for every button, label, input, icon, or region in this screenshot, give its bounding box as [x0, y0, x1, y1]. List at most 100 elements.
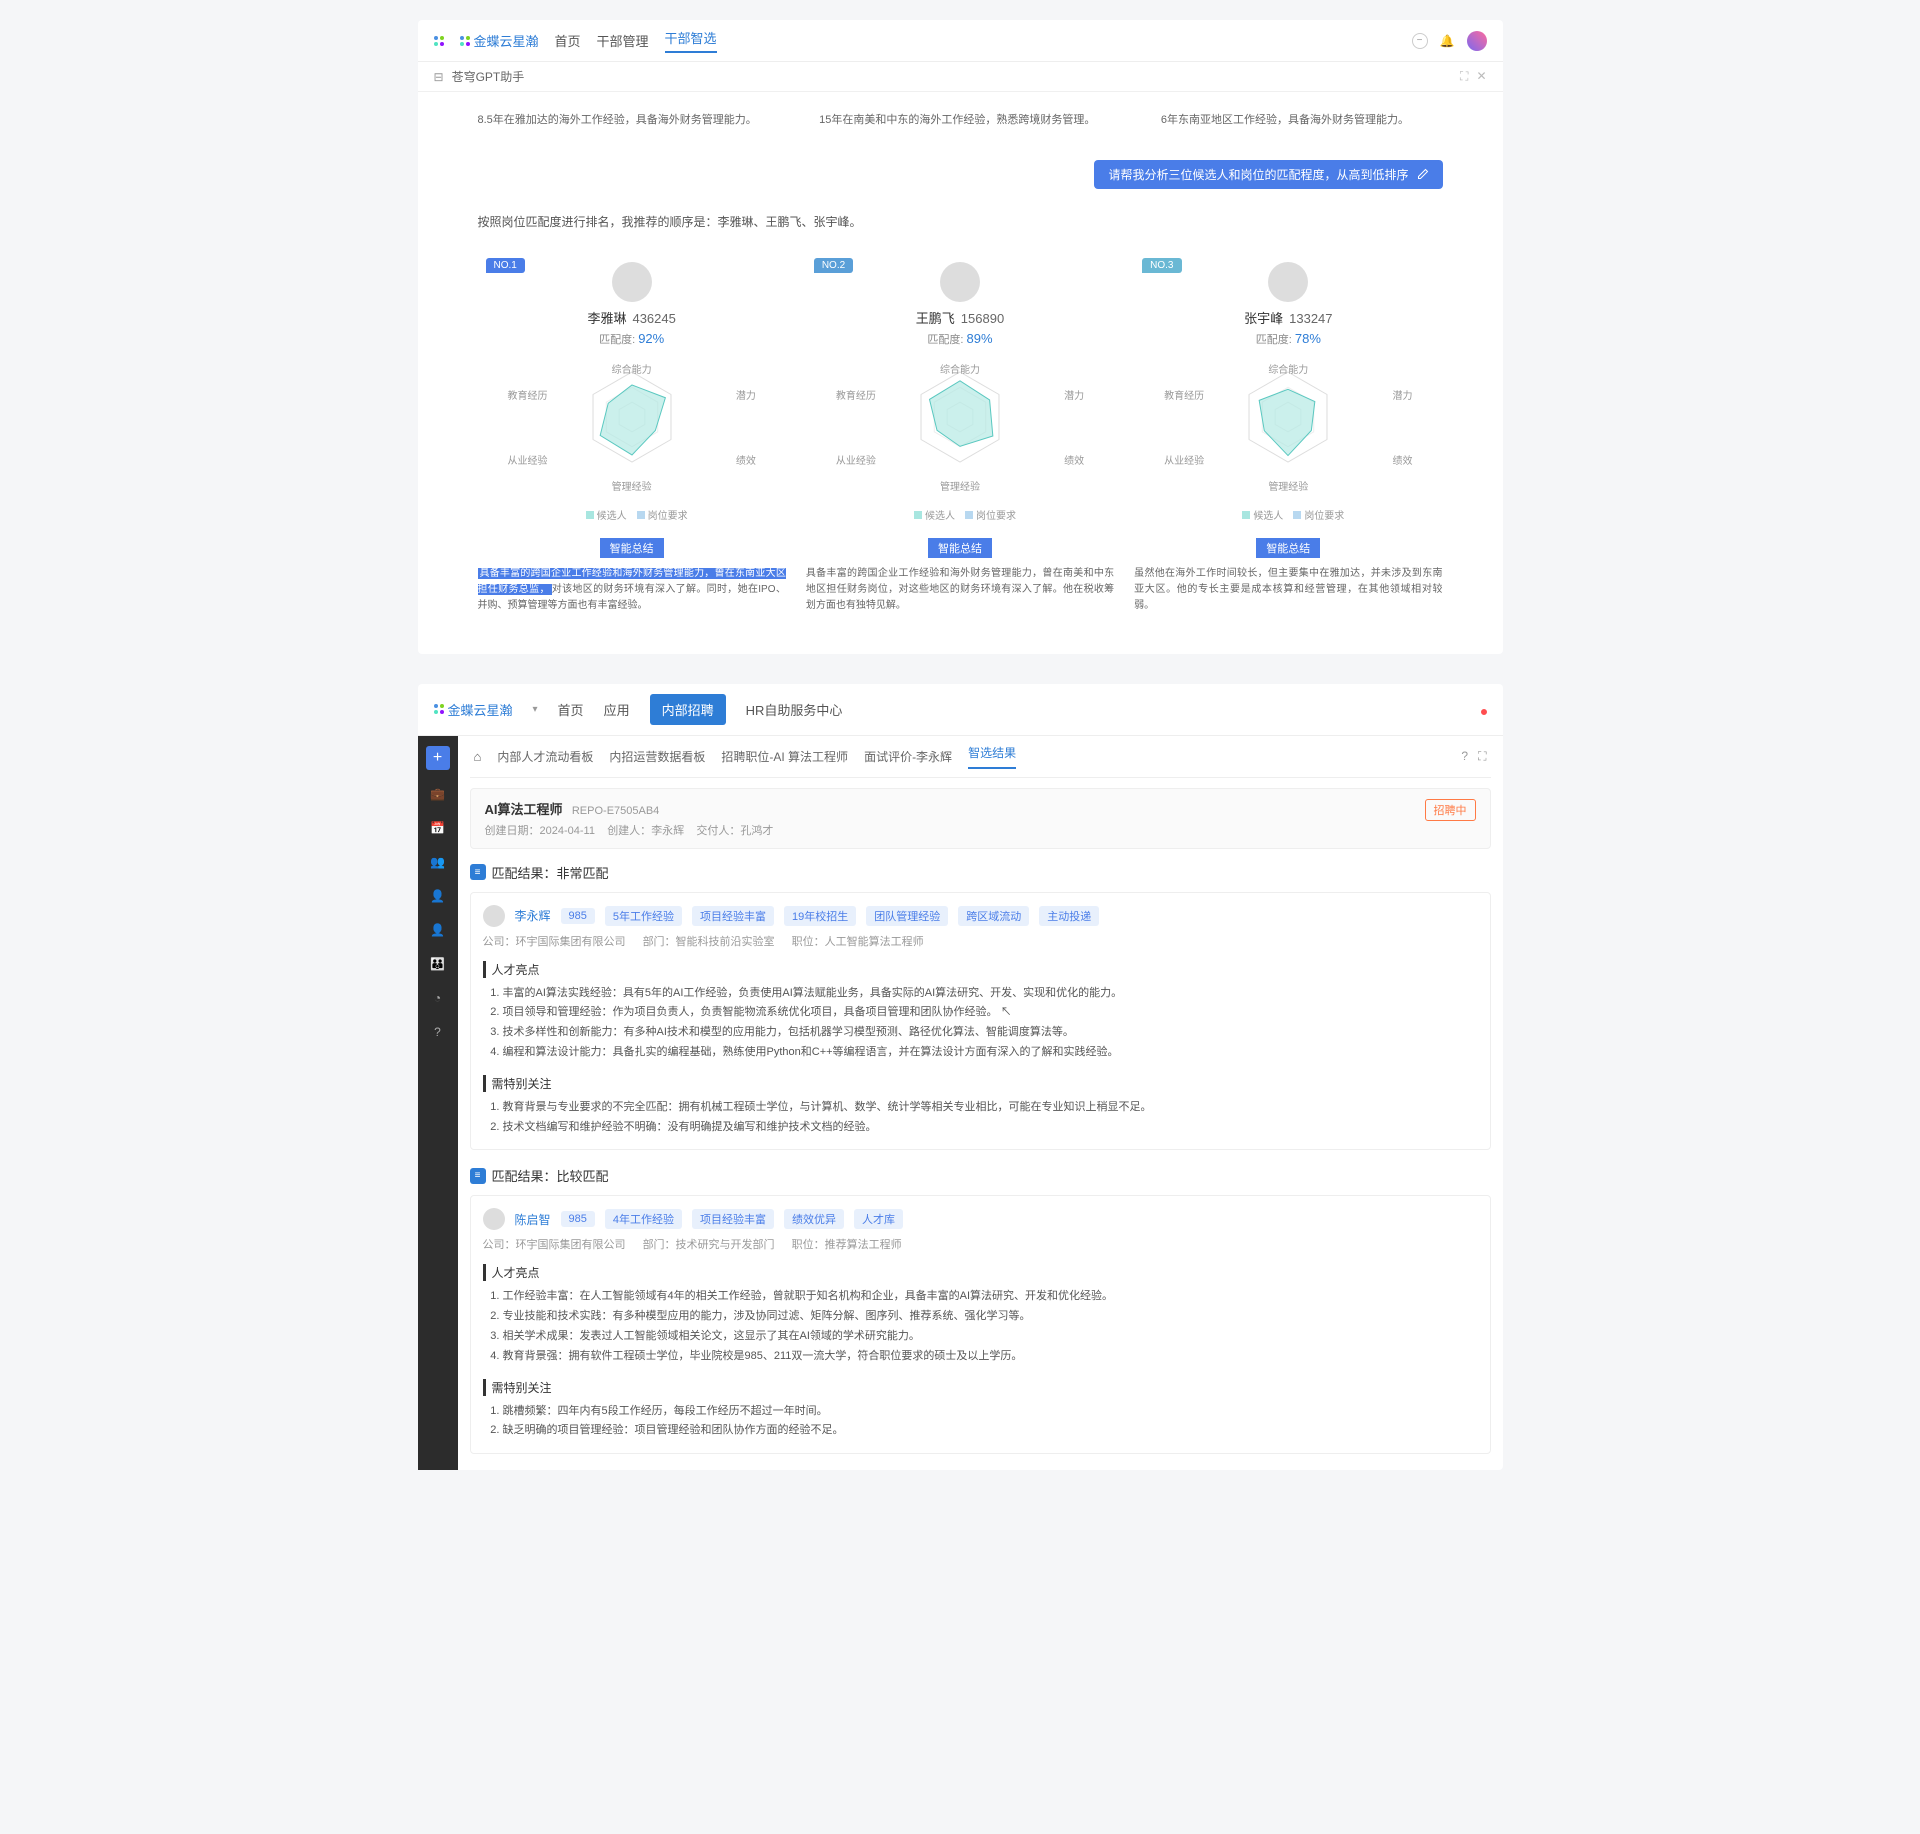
summary-tag: 智能总结 — [600, 538, 664, 558]
list-item: 相关学术成果：发表过人工智能领域相关论文，这显示了其在AI领域的学术研究能力。 — [503, 1327, 1478, 1347]
nav-cadre-select[interactable]: 干部智选 — [665, 28, 717, 53]
job-header: AI算法工程师 REPO-E7505AB4 创建日期：2024-04-11 创建… — [470, 788, 1491, 849]
nav2-internal-hire[interactable]: 内部招聘 — [650, 694, 726, 725]
expand-icon[interactable]: ⛶ — [1460, 69, 1468, 84]
person-tag: 985 — [561, 908, 595, 924]
person-tag: 绩效优异 — [784, 1209, 844, 1229]
subheader: ⊟ 苍穹GPT助手 ⛶ ✕ — [418, 62, 1503, 92]
person-tag: 19年校招生 — [784, 906, 856, 926]
home-icon[interactable]: ⌂ — [474, 749, 482, 764]
sidebar-person2-icon[interactable]: 👤 — [428, 920, 448, 940]
user-avatar[interactable] — [1467, 31, 1487, 51]
chevron-down-icon[interactable]: ▾ — [533, 704, 538, 715]
list-item: 丰富的AI算法实践经验：具有5年的AI工作经验，负责使用AI算法赋能业务，具备实… — [503, 984, 1478, 1004]
summary-tag: 智能总结 — [1256, 538, 1320, 558]
list-item: 项目领导和管理经验：作为项目负责人，负责智能物流系统优化项目，具备项目管理和团队… — [503, 1003, 1478, 1023]
bc-4[interactable]: 面试评价-李永辉 — [864, 748, 952, 765]
list-item: 专业技能和技术实践：有多种模型应用的能力，涉及协同过滤、矩阵分解、图序列、推荐系… — [503, 1307, 1478, 1327]
notification-badge — [1479, 707, 1489, 717]
bc-2[interactable]: 内招运营数据看板 — [609, 748, 705, 765]
person-name[interactable]: 李永辉 — [515, 907, 551, 924]
list-item: 编程和算法设计能力：具备扎实的编程基础，熟练使用Python和C++等编程语言，… — [503, 1043, 1478, 1063]
person-avatar — [483, 1208, 505, 1230]
assistant-title: 苍穹GPT助手 — [452, 68, 525, 85]
person-avatar — [483, 905, 505, 927]
candidate-card: NO.2 王鹏飞156890 匹配度: 89% 综合能力 潜力 绩效 管理经验 … — [806, 254, 1114, 614]
prompt-text: 请帮我分析三位候选人和岗位的匹配程度，从高到低排序 — [1108, 166, 1408, 183]
bc-1[interactable]: 内部人才流动看板 — [497, 748, 593, 765]
help-icon[interactable]: ? — [1461, 749, 1468, 764]
brand-name: 金蝶云星瀚 — [474, 31, 539, 50]
candidate-summary: 具备丰富的跨国企业工作经验和海外财务管理能力，曾在南美和中东地区担任财务岗位，对… — [806, 566, 1114, 614]
sidebar-briefcase-icon[interactable]: 💼 — [428, 784, 448, 804]
nav-cadre-mgmt[interactable]: 干部管理 — [597, 31, 649, 50]
list-item: 教育背景强：拥有软件工程硕士学位，毕业院校是985、211双一流大学，符合职位要… — [503, 1347, 1478, 1367]
job-creator-label: 创建人： — [607, 825, 651, 837]
match2-header: ≡ 匹配结果：比较匹配 — [470, 1166, 1491, 1185]
radar-legend: 候选人岗位要求 — [478, 507, 786, 522]
list-item: 缺乏明确的项目管理经验：项目管理经验和团队协作方面的经验不足。 — [503, 1421, 1478, 1441]
recruitment-panel: 金蝶云星瀚 ▾ 首页 应用 内部招聘 HR自助服务中心 + 💼 📅 👥 👤 👤 … — [418, 684, 1503, 1471]
list-item: 技术文档编写和维护经验不明确：没有明确提及编写和维护技术文档的经验。 — [503, 1118, 1478, 1138]
highlights-list: 工作经验丰富：在人工智能领域有4年的相关工作经验，曾就职于知名机构和企业，具备丰… — [483, 1287, 1478, 1366]
concerns-header: 需特别关注 — [483, 1379, 1478, 1396]
person-name[interactable]: 陈启智 — [515, 1211, 551, 1228]
summary-tag: 智能总结 — [928, 538, 992, 558]
sidebar-help-icon[interactable]: ? — [428, 1022, 448, 1042]
candidate-summary: 具备丰富的跨国企业工作经验和海外财务管理能力，曾在东南亚大区担任财务总监，对该地… — [478, 566, 786, 614]
brand-logo: 金蝶云星瀚 — [434, 700, 513, 719]
sidebar-calendar-icon[interactable]: 📅 — [428, 818, 448, 838]
sidebar-chart-icon[interactable]: ◔ — [428, 988, 448, 1008]
bc-5[interactable]: 智选结果 — [968, 744, 1016, 769]
match1-header: ≡ 匹配结果：非常匹配 — [470, 863, 1491, 882]
rank-badge: NO.3 — [1142, 258, 1181, 273]
rank-badge: NO.1 — [486, 258, 525, 273]
sidebar-people-icon[interactable]: 👥 — [428, 852, 448, 872]
radar-legend: 候选人岗位要求 — [806, 507, 1114, 522]
candidate-name: 王鹏飞156890 — [806, 308, 1114, 327]
person-tag: 5年工作经验 — [605, 906, 682, 926]
candidate-card: NO.3 张宇峰133247 匹配度: 78% 综合能力 潜力 绩效 管理经验 … — [1134, 254, 1442, 614]
person-tag: 主动投递 — [1039, 906, 1099, 926]
sidebar-person-icon[interactable]: 👤 — [428, 886, 448, 906]
minimize-icon[interactable]: − — [1412, 33, 1428, 49]
candidate-match: 匹配度: 92% — [478, 331, 786, 347]
bell-icon[interactable]: 🔔 — [1440, 34, 1455, 48]
intro-3: 6年东南亚地区工作经验，具备海外财务管理能力。 — [1161, 112, 1443, 130]
app-grid-icon[interactable] — [434, 36, 444, 46]
nav-home[interactable]: 首页 — [555, 31, 581, 50]
cursor-icon: ↖ — [1001, 1006, 1012, 1018]
nav2-home[interactable]: 首页 — [558, 700, 584, 719]
person-tag: 跨区域流动 — [958, 906, 1029, 926]
top-nav: 金蝶云星瀚 首页 干部管理 干部智选 − 🔔 — [418, 20, 1503, 62]
candidate-avatar — [940, 262, 980, 302]
list-item: 技术多样性和创新能力：有多种AI技术和模型的应用能力，包括机器学习模型预测、路径… — [503, 1023, 1478, 1043]
match-card-2: 陈启智 9854年工作经验项目经验丰富绩效优异人才库 公司：环宇国际集团有限公司… — [470, 1195, 1491, 1454]
fullscreen-icon[interactable]: ⛶ — [1478, 749, 1486, 764]
job-date-label: 创建日期： — [485, 825, 540, 837]
radar-legend: 候选人岗位要求 — [1134, 507, 1442, 522]
match-card-1: 李永辉 9855年工作经验项目经验丰富19年校招生团队管理经验跨区域流动主动投递… — [470, 892, 1491, 1151]
intro-2: 15年在南美和中东的海外工作经验，熟悉跨境财务管理。 — [819, 112, 1101, 130]
intro-row: 8.5年在雅加达的海外工作经验，具备海外财务管理能力。 15年在南美和中东的海外… — [478, 112, 1443, 130]
assistant-icon: ⊟ — [434, 70, 444, 84]
nav2-apps[interactable]: 应用 — [604, 700, 630, 719]
close-icon[interactable]: ✕ — [1476, 69, 1486, 84]
sidebar-add[interactable]: + — [426, 746, 450, 770]
highlights-list: 丰富的AI算法实践经验：具有5年的AI工作经验，负责使用AI算法赋能业务，具备实… — [483, 984, 1478, 1063]
list-item: 工作经验丰富：在人工智能领域有4年的相关工作经验，曾就职于知名机构和企业，具备丰… — [503, 1287, 1478, 1307]
job-title: AI算法工程师 — [485, 802, 563, 817]
breadcrumbs: ⌂ 内部人才流动看板 内招运营数据看板 招聘职位-AI 算法工程师 面试评价-李… — [470, 736, 1491, 778]
list-item: 教育背景与专业要求的不完全匹配：拥有机械工程硕士学位，与计算机、数学、统计学等相… — [503, 1098, 1478, 1118]
bc-3[interactable]: 招聘职位-AI 算法工程师 — [721, 748, 848, 765]
sidebar-group-icon[interactable]: 👪 — [428, 954, 448, 974]
nav2-hr-self[interactable]: HR自助服务中心 — [746, 700, 843, 719]
user-prompt-bubble: 请帮我分析三位候选人和岗位的匹配程度，从高到低排序 — [1094, 160, 1442, 189]
person-tag: 4年工作经验 — [605, 1209, 682, 1229]
brand-logo: 金蝶云星瀚 — [460, 31, 539, 50]
job-date: 2024-04-11 — [540, 825, 595, 837]
edit-icon[interactable] — [1417, 168, 1429, 180]
candidate-avatar — [1268, 262, 1308, 302]
ranking-summary: 按照岗位匹配度进行排名，我推荐的顺序是：李雅琳、王鹏飞、张宇峰。 — [478, 213, 1443, 230]
person-meta: 公司：环宇国际集团有限公司 部门：技术研究与开发部门 职位：推荐算法工程师 — [483, 1236, 1478, 1252]
